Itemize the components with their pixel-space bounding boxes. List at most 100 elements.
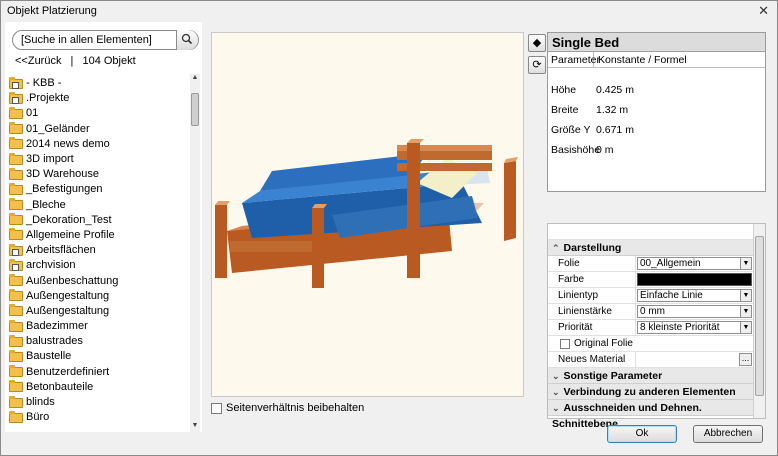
parameter-panel: Single Bed Parameter Konstante / Formel … [547,32,766,192]
tree-item[interactable]: Außenbeschattung [9,273,189,288]
scroll-thumb[interactable] [755,236,764,396]
param-value[interactable]: 0.671 m [596,120,634,140]
eraser-button[interactable]: ◆ [528,34,546,52]
refresh-icon: ⟳ [532,59,542,71]
param-value[interactable]: 0.425 m [596,80,634,100]
folder-link-icon [9,258,23,271]
linientyp-dropdown[interactable]: Einfache Linie ▼ [637,289,752,302]
folder-icon [9,122,23,135]
param-value[interactable]: 0 m [596,140,614,160]
param-name: Basishöhe [551,144,601,156]
tree-item[interactable]: Baustelle [9,349,189,364]
tree-item[interactable]: Benutzerdefiniert [9,365,189,380]
aspect-ratio-checkbox[interactable] [211,402,222,414]
scroll-up-icon[interactable]: ▲ [190,74,200,84]
tree-item[interactable]: _Dekoration_Test [9,213,189,228]
folie-dropdown[interactable]: 00_Allgemein ▼ [637,257,752,270]
tree-item-label: Allgemeine Profile [26,228,115,241]
folder-icon [9,106,23,119]
tree-item-label: balustrades [26,335,83,348]
tree-item-label: Arbeitsflächen [26,244,96,257]
search-box[interactable] [12,30,199,50]
object-preview[interactable] [211,32,524,397]
dropdown-arrow-icon[interactable]: ▼ [740,306,751,317]
cancel-button[interactable]: Abbrechen [693,425,763,443]
tree-item[interactable]: 01_Geländer [9,122,189,137]
collapse-icon: ⌃ [552,243,560,253]
param-row[interactable]: Höhe 0.425 m [548,80,765,100]
section-sonstige[interactable]: ⌄ Sonstige Parameter [548,368,753,384]
folder-link-icon [9,91,23,104]
back-link[interactable]: <<Zurück [15,55,61,67]
folder-tree: - KBB - .Projekte 01 01_Geländer 2014 news d… [9,76,189,430]
param-name: Höhe [551,84,577,96]
scroll-down-icon[interactable]: ▼ [190,422,200,432]
tree-item[interactable]: .Projekte [9,91,189,106]
search-button[interactable] [176,30,198,50]
tree-item[interactable]: Badezimmer [9,319,189,334]
parameter-header: Parameter Konstante / Formel [548,52,765,68]
tree-item-label: Baustelle [26,350,72,363]
tree-item[interactable]: archvision [9,258,189,273]
props-scrollbar[interactable] [753,224,765,418]
tree-item[interactable]: _Befestigungen [9,182,189,197]
tree-item[interactable]: Allgemeine Profile [9,228,189,243]
tree-item[interactable]: Betonbauteile [9,380,189,395]
section-darstellung[interactable]: ⌃ Darstellung [548,240,753,256]
tree-item-label: 3D Warehouse [26,168,99,181]
search-input[interactable] [21,34,171,46]
search-icon [181,33,193,45]
color-swatch[interactable] [637,273,752,286]
folder-icon [9,228,23,241]
dropdown-arrow-icon[interactable]: ▼ [740,258,751,269]
dropdown-arrow-icon[interactable]: ▼ [740,290,751,301]
tree-item-label: .Projekte [26,92,70,105]
aspect-ratio-option[interactable]: Seitenverhältnis beibehalten [211,402,364,414]
tree-item[interactable]: _Bleche [9,198,189,213]
tree-item[interactable]: balustrades [9,334,189,349]
folder-icon [9,380,23,393]
tree-item[interactable]: 3D import [9,152,189,167]
param-value[interactable]: 1.32 m [596,100,628,120]
close-icon[interactable]: ✕ [758,3,769,19]
param-row[interactable]: Basishöhe 0 m [548,140,765,160]
tree-item[interactable]: 01 [9,106,189,121]
section-ausschneiden[interactable]: ⌄ Ausschneiden und Dehnen. Schnittebene [548,400,753,430]
material-browse-button[interactable]: ... [739,353,752,366]
section-verbindung[interactable]: ⌄ Verbindung zu anderen Elementen [548,384,753,400]
folder-link-icon [9,243,23,256]
tree-item[interactable]: blinds [9,395,189,410]
prop-label: Linientyp [548,288,636,303]
refresh-button[interactable]: ⟳ [528,56,546,74]
tree-item[interactable]: - KBB - [9,76,189,91]
original-folie-checkbox[interactable] [560,338,570,349]
tree-item[interactable]: 3D Warehouse [9,167,189,182]
folder-icon [9,198,23,211]
linienstaerke-dropdown[interactable]: 0 mm ▼ [637,305,752,318]
prop-original-folie[interactable]: Original Folie [548,336,753,352]
tree-item-label: Büro [26,411,50,424]
prioritaet-dropdown[interactable]: 8 kleinste Priorität ▼ [637,321,752,334]
tree-item-label: blinds [26,396,55,409]
param-row[interactable]: Breite 1.32 m [548,100,765,120]
param-row[interactable]: Größe Y 0.671 m [548,120,765,140]
scroll-thumb[interactable] [191,93,199,126]
folder-icon [9,334,23,347]
tree-item-label: 2014 news demo [26,137,110,150]
tree-item-label: _Dekoration_Test [26,213,112,226]
tree-item-label: Außengestaltung [26,304,110,317]
folder-icon [9,410,23,423]
tree-item[interactable]: Büro [9,410,189,425]
tree-item[interactable]: Außengestaltung [9,289,189,304]
tree-item[interactable]: 2014 news demo [9,137,189,152]
tree-scrollbar[interactable]: ▲ ▼ [190,74,200,432]
tree-item[interactable]: Außengestaltung [9,304,189,319]
tree-item[interactable]: Arbeitsflächen [9,243,189,258]
tree-item-label: _Bleche [26,198,66,211]
prop-folie: Folie 00_Allgemein ▼ [548,256,753,272]
folder-icon [9,365,23,378]
dropdown-arrow-icon[interactable]: ▼ [740,322,751,333]
prop-label: Linienstärke [548,304,636,319]
ok-button[interactable]: Ok [607,425,677,443]
eraser-icon: ◆ [532,37,542,49]
